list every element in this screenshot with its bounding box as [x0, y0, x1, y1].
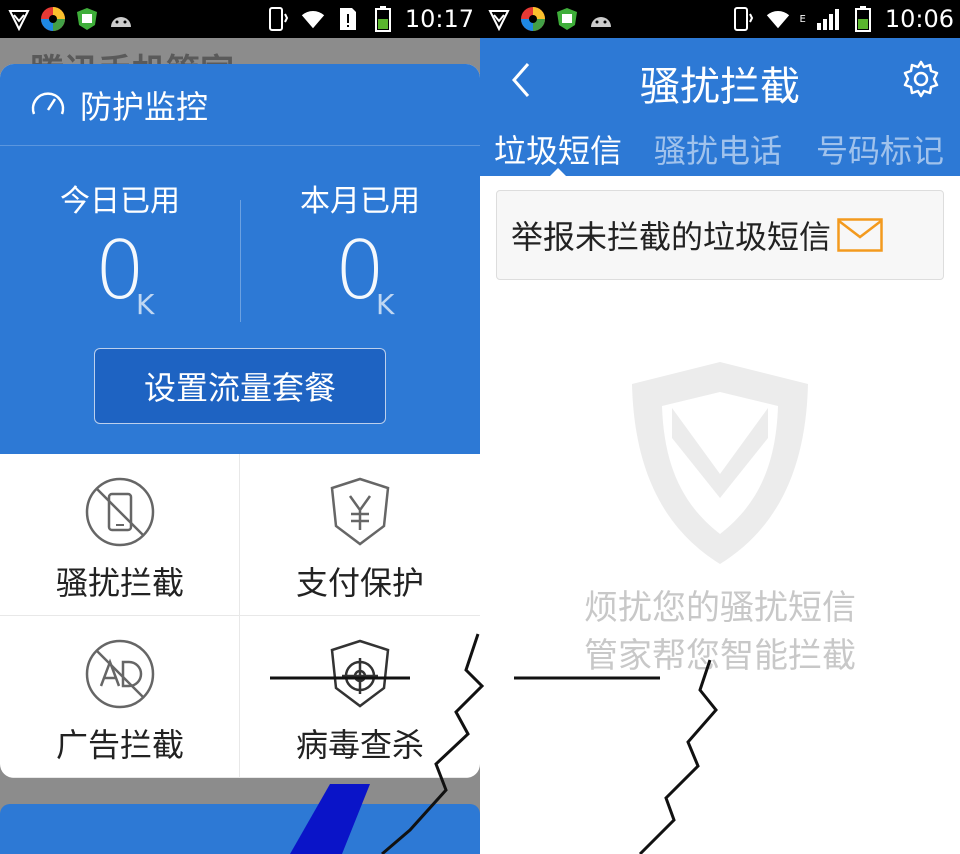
tab-label: 号码标记: [815, 132, 944, 170]
today-value: 0: [94, 224, 146, 317]
today-usage: 今日已用 0 K: [0, 146, 240, 326]
usage-stats: 今日已用 0 K 本月已用 0 K: [0, 146, 480, 326]
today-label: 今日已用: [60, 184, 180, 219]
top-app-bar: 骚扰拦截: [480, 38, 960, 120]
tab-number-tagging[interactable]: 号码标记: [800, 120, 960, 176]
tile-label: 广告拦截: [55, 726, 184, 764]
android-icon: [108, 6, 134, 32]
month-unit: K: [376, 288, 395, 321]
card-header: 防护监控 今日已用 0 K 本月已用 0 K 设置流量套餐: [0, 64, 480, 454]
report-spam-button[interactable]: 举报未拦截的垃圾短信: [496, 190, 944, 280]
tile-label: 病毒查杀: [295, 726, 424, 764]
active-tab-indicator: [550, 168, 566, 176]
target-shield-icon: [330, 639, 390, 708]
green-shield-icon: [74, 6, 100, 32]
battery-charging-icon: [370, 6, 396, 32]
month-usage: 本月已用 0 K: [240, 146, 480, 326]
tab-label: 垃圾短信: [493, 132, 622, 170]
tab-spam-sms[interactable]: 垃圾短信: [480, 120, 636, 176]
tile-label: 骚扰拦截: [55, 564, 184, 602]
battery-charging-icon: [850, 6, 876, 32]
bottom-card-edge: [0, 804, 480, 854]
status-time: 10:06: [884, 5, 954, 33]
speedometer-icon: [30, 88, 66, 122]
color-wheel-icon: [40, 6, 66, 32]
report-label: 举报未拦截的垃圾短信: [511, 218, 832, 256]
page-title: 骚扰拦截: [640, 64, 800, 110]
tile-payment-protection[interactable]: 支付保护: [240, 454, 480, 616]
gear-icon[interactable]: [902, 60, 940, 98]
empty-state-line-2: 管家帮您智能拦截: [584, 636, 856, 676]
tile-virus-scan[interactable]: 病毒查杀: [240, 616, 480, 778]
set-data-plan-button[interactable]: 设置流量套餐: [94, 348, 386, 424]
vibrate-icon: [265, 6, 291, 32]
guard-shield-icon: [632, 362, 808, 564]
tab-harassing-calls[interactable]: 骚扰电话: [636, 120, 800, 176]
sim-alert-icon: [335, 6, 361, 32]
tile-label: 支付保护: [295, 564, 424, 602]
status-bar-left: 10:17: [0, 0, 480, 38]
tile-ad-block[interactable]: 广告拦截: [0, 616, 240, 778]
month-label: 本月已用: [300, 184, 420, 219]
wifi-icon: [300, 6, 326, 32]
empty-state-line-1: 烦扰您的骚扰短信: [584, 588, 856, 628]
feature-grid: 骚扰拦截 支付保护 广告拦截 病毒查杀: [0, 454, 480, 778]
no-phone-icon: [85, 477, 155, 547]
month-value: 0: [334, 224, 386, 317]
android-icon: [588, 6, 614, 32]
protection-monitor-card: 防护监控 今日已用 0 K 本月已用 0 K 设置流量套餐 骚扰拦截 支付保护: [0, 64, 480, 778]
status-time: 10:17: [404, 5, 474, 33]
shield-outline-icon: [486, 6, 512, 32]
signal-icon: [815, 6, 841, 32]
green-shield-icon: [554, 6, 580, 32]
card-title: 防护监控: [80, 87, 209, 126]
tile-harassment-block[interactable]: 骚扰拦截: [0, 454, 240, 616]
network-type: E: [799, 13, 806, 25]
vibrate-icon: [730, 6, 756, 32]
today-unit: K: [136, 288, 155, 321]
yuan-shield-icon: [330, 477, 390, 546]
color-wheel-icon: [520, 6, 546, 32]
status-bar-right: E 10:06: [480, 0, 960, 38]
no-ad-icon: [85, 639, 155, 709]
tab-bar: 垃圾短信 骚扰电话 号码标记: [480, 120, 960, 176]
tab-label: 骚扰电话: [653, 132, 782, 170]
envelope-icon: [837, 218, 883, 252]
shield-outline-icon: [6, 6, 32, 32]
wifi-icon: [765, 6, 791, 32]
